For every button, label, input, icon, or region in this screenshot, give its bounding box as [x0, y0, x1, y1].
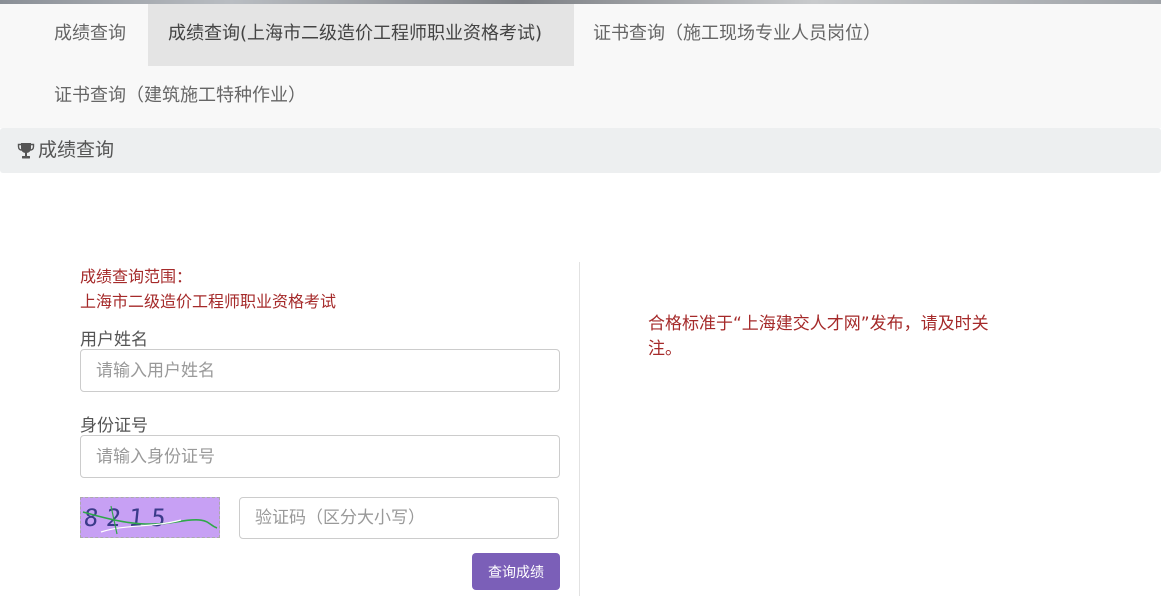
captcha-image[interactable]: 8215: [80, 497, 220, 538]
name-input[interactable]: [80, 349, 560, 392]
tab-score-query[interactable]: 成绩查询: [34, 4, 146, 66]
captcha-text: 8215: [82, 504, 175, 532]
panel-title: 成绩查询: [38, 139, 115, 161]
query-scope-value: 上海市二级造价工程师职业资格考试: [80, 292, 337, 311]
nav-tabs: 成绩查询 成绩查询(上海市二级造价工程师职业资格考试) 证书查询（施工现场专业人…: [0, 4, 1161, 128]
tab-construction-staff-certificate[interactable]: 证书查询（施工现场专业人员岗位）: [573, 4, 901, 66]
id-number-label: 身份证号: [80, 416, 148, 436]
query-scope-label: 成绩查询范围：: [80, 267, 193, 286]
column-divider: [579, 262, 580, 596]
id-number-input[interactable]: [80, 435, 560, 478]
trophy-icon: [17, 143, 35, 159]
name-label: 用户姓名: [80, 330, 148, 350]
tab-cost-engineer-score-query[interactable]: 成绩查询(上海市二级造价工程师职业资格考试): [148, 4, 574, 66]
tab-special-operation-certificate[interactable]: 证书查询（建筑施工特种作业）: [34, 66, 326, 128]
captcha-input[interactable]: [239, 497, 559, 539]
panel-heading: 成绩查询: [0, 128, 1161, 173]
passing-standard-notice: 合格标准于“上海建交人才网”发布，请及时关注。: [648, 314, 989, 359]
query-score-button[interactable]: 查询成绩: [472, 553, 560, 590]
